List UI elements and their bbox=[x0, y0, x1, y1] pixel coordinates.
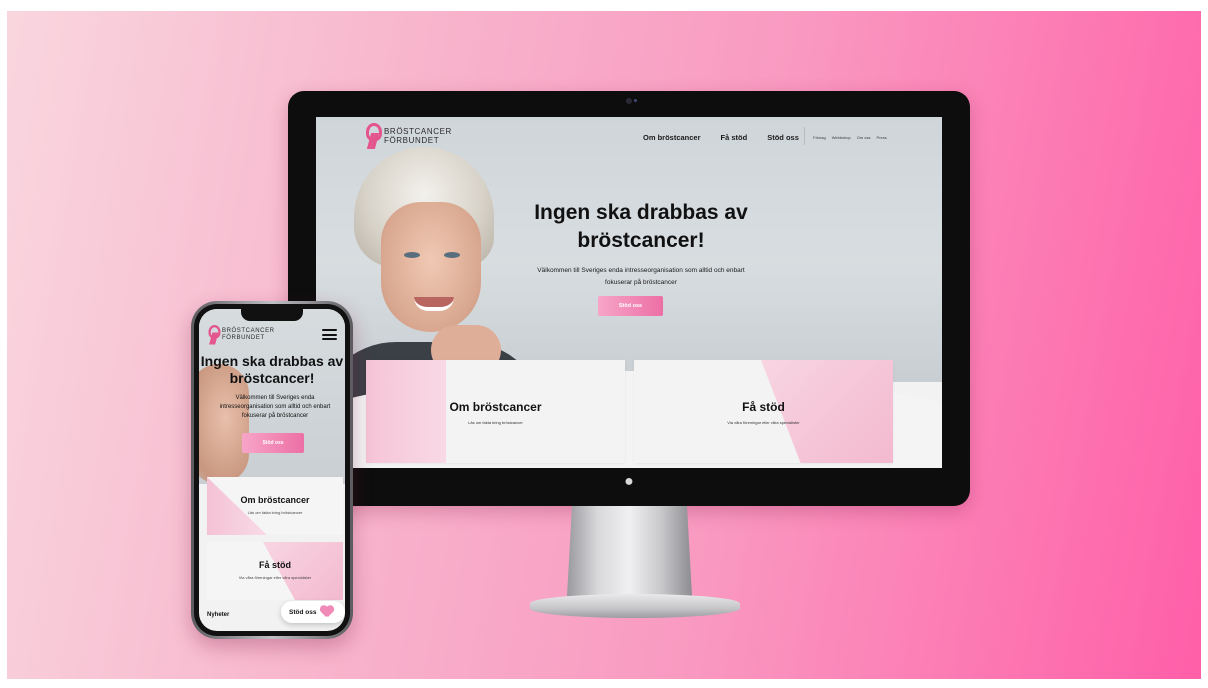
background-stage: BRÖSTCANCER FÖRBUNDET Om bröstcancer Få … bbox=[7, 11, 1201, 679]
mobile-phone: BRÖSTCANCER FÖRBUNDET Ingen ska drabbas … bbox=[191, 301, 353, 639]
card-subtitle: Via våra föreningar eller våra specialis… bbox=[238, 575, 312, 580]
nav-webbshop[interactable]: Webbshop bbox=[832, 135, 851, 140]
site-header: BRÖSTCANCER FÖRBUNDET Om bröstcancer Få … bbox=[316, 117, 942, 155]
card-fa-stod[interactable]: Få stöd Via våra föreningar eller våra s… bbox=[634, 360, 893, 463]
mobile-hero-cta-button[interactable]: Stöd oss bbox=[242, 433, 304, 453]
card-decoration bbox=[207, 477, 267, 535]
hero-title: Ingen ska drabbas av bröstcancer! bbox=[506, 199, 776, 255]
logo-line-2: FÖRBUNDET bbox=[384, 136, 440, 145]
secondary-nav: Förnag Webbshop Om oss Press bbox=[813, 135, 887, 140]
site-logo[interactable]: BRÖSTCANCER FÖRBUNDET bbox=[364, 123, 452, 149]
pink-ribbon-icon bbox=[364, 123, 382, 149]
logo-line-1: BRÖSTCANCER bbox=[384, 127, 452, 136]
heart-icon bbox=[320, 606, 334, 618]
card-subtitle: Läs om fakta kring bröstcancer bbox=[247, 510, 303, 515]
floating-support-button[interactable]: Stöd oss bbox=[281, 601, 345, 623]
nav-om-oss[interactable]: Om oss bbox=[857, 135, 871, 140]
hero-cta-button[interactable]: Stöd oss bbox=[598, 296, 663, 316]
phone-notch bbox=[241, 309, 303, 321]
news-heading[interactable]: Nyheter bbox=[207, 612, 229, 618]
mobile-logo-line-1: BRÖSTCANCER bbox=[222, 328, 275, 334]
main-nav: Om bröstcancer Få stöd Stöd oss bbox=[643, 130, 799, 144]
nav-fa-stod[interactable]: Få stöd bbox=[721, 133, 748, 142]
hero-subtitle: Välkommen till Sveriges enda intresseorg… bbox=[496, 265, 786, 289]
hero-subtitle-line-2: fokuserar på bröstcancer bbox=[605, 279, 677, 286]
mobile-card-om-brostcancer[interactable]: Om bröstcancer Läs om fakta kring bröstc… bbox=[207, 477, 343, 535]
nav-press[interactable]: Press bbox=[877, 135, 887, 140]
card-subtitle: Läs om fakta kring bröstcancer bbox=[468, 420, 523, 425]
mobile-hero-title: Ingen ska drabbas av bröstcancer! bbox=[199, 353, 345, 387]
mobile-logo-line-2: FÖRBUNDET bbox=[222, 335, 265, 341]
hero-photo bbox=[316, 147, 546, 422]
card-subtitle: Via våra föreningar eller våra specialis… bbox=[727, 420, 800, 425]
apple-logo-icon: ● bbox=[624, 473, 634, 490]
nav-divider bbox=[804, 127, 805, 145]
nav-om-brostcancer[interactable]: Om bröstcancer bbox=[643, 133, 701, 142]
mobile-screen: BRÖSTCANCER FÖRBUNDET Ingen ska drabbas … bbox=[199, 309, 345, 631]
mobile-hero-subtitle: Välkommen till Sveriges enda intresseorg… bbox=[219, 395, 331, 419]
hero-title-line-1: Ingen ska drabbas av bbox=[534, 201, 748, 224]
hero-subtitle-line-1: Välkommen till Sveriges enda intresseorg… bbox=[537, 267, 745, 274]
card-om-brostcancer[interactable]: Om bröstcancer Läs om fakta kring bröstc… bbox=[366, 360, 625, 463]
card-decoration bbox=[263, 542, 343, 600]
hero-title-line-2: bröstcancer! bbox=[577, 229, 705, 252]
nav-stod-oss[interactable]: Stöd oss bbox=[767, 130, 799, 144]
mobile-hero-title-line-1: Ingen ska drabbas av bbox=[200, 353, 344, 369]
desktop-screen: BRÖSTCANCER FÖRBUNDET Om bröstcancer Få … bbox=[316, 117, 942, 468]
webcam bbox=[626, 98, 637, 104]
card-title: Få stöd bbox=[258, 560, 291, 570]
card-title: Om bröstcancer bbox=[449, 400, 542, 414]
card-title: Om bröstcancer bbox=[240, 495, 310, 505]
card-title: Få stöd bbox=[742, 400, 785, 414]
hamburger-menu-icon[interactable] bbox=[322, 329, 337, 340]
floating-support-label: Stöd oss bbox=[289, 608, 317, 616]
mobile-card-fa-stod[interactable]: Få stöd Via våra föreningar eller våra s… bbox=[207, 542, 343, 600]
mobile-hero-title-line-2: bröstcancer! bbox=[229, 370, 315, 386]
pink-ribbon-icon bbox=[207, 325, 221, 340]
monitor-stand-neck bbox=[567, 506, 692, 596]
nav-fornag[interactable]: Förnag bbox=[813, 135, 826, 140]
mobile-logo[interactable]: BRÖSTCANCER FÖRBUNDET bbox=[207, 325, 275, 345]
desktop-monitor: BRÖSTCANCER FÖRBUNDET Om bröstcancer Få … bbox=[288, 91, 970, 506]
monitor-stand-base bbox=[530, 594, 740, 618]
